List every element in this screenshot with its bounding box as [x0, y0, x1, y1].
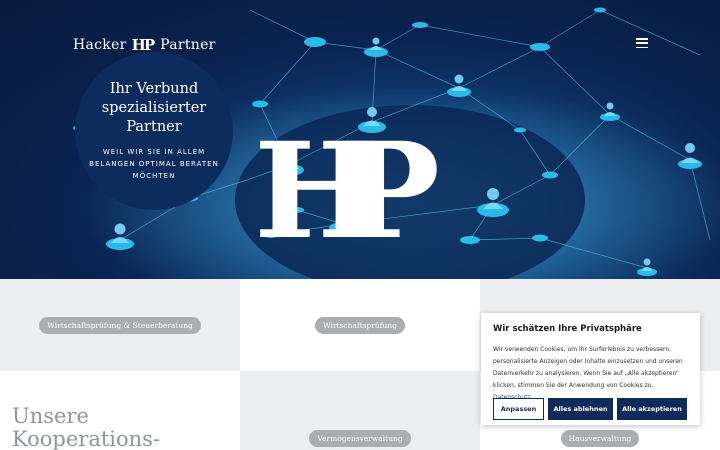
cookie-title: Wir schätzen Ihre Privatsphäre [493, 324, 642, 334]
hero-banner: Hacker HP Partner Ihr Verbund spezialisi… [0, 0, 720, 279]
hero-tagline-circle: Ihr Verbund spezialisierter Partner WEIL… [75, 52, 233, 210]
tile-label: Hausverwaltung [560, 430, 640, 447]
tile-label: Wirtschaftsprüfung [314, 316, 406, 334]
tile-label: Wirtschaftsprüfung & Steuerberatung [39, 316, 201, 334]
site-logo[interactable]: Hacker HP Partner [73, 36, 216, 54]
tile-label: Vermögensverwaltung [309, 430, 411, 447]
cookie-buttons: Anpassen Alles ablehnen Alle akzeptieren [493, 398, 687, 420]
customize-button[interactable]: Anpassen [493, 398, 544, 420]
accept-all-button[interactable]: Alle akzeptieren [617, 398, 687, 420]
hero-title: Ihr Verbund spezialisierter Partner [101, 81, 207, 135]
cookie-text: Wir verwenden Cookies, um Ihr Surferlebn… [493, 344, 688, 404]
logo-word-right: Partner [160, 37, 216, 53]
cooperation-heading-line2: Kooperations- [12, 427, 161, 450]
cookie-consent-dialog: Wir schätzen Ihre Privatsphäre Wir verwe… [481, 313, 700, 425]
reject-all-button[interactable]: Alles ablehnen [548, 398, 613, 420]
hero-subtitle: WEIL WIR SIE IN ALLEM BELANGEN OPTIMAL B… [89, 148, 219, 180]
tile-wirtschaftspruefung-steuerberatung[interactable]: Wirtschaftsprüfung & Steuerberatung [0, 279, 240, 371]
logo-word-left: Hacker [73, 37, 127, 53]
cooperation-heading-line1: Unsere [12, 404, 89, 428]
cooperation-heading: Unsere Kooperations- [12, 405, 160, 450]
tile-vermoegensverwaltung[interactable]: Vermögensverwaltung [240, 371, 480, 450]
hero-monogram: HP [254, 114, 440, 269]
tile-wirtschaftspruefung[interactable]: Wirtschaftsprüfung [240, 279, 480, 371]
hamburger-icon[interactable] [636, 38, 648, 48]
